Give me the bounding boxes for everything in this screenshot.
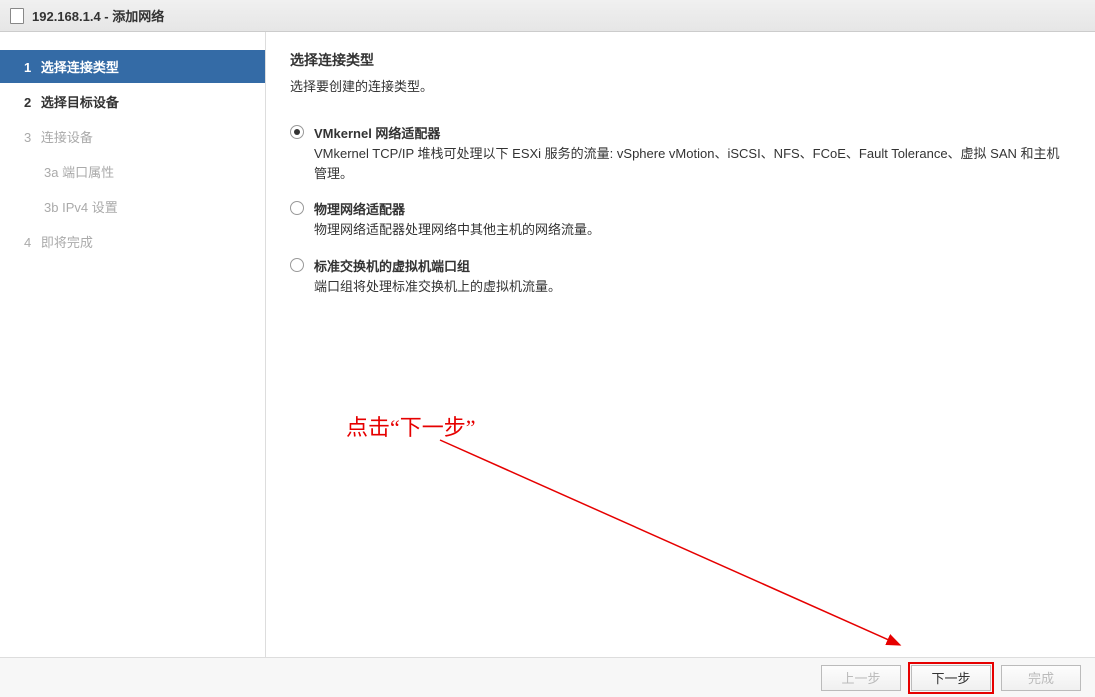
wizard-sidebar: 1 选择连接类型 2 选择目标设备 3 连接设备 3a 端口属性 3b IPv4… [0,32,265,657]
option-vmkernel[interactable]: VMkernel 网络适配器 VMkernel TCP/IP 堆栈可处理以下 E… [290,123,1071,183]
radio-physical[interactable] [290,201,304,215]
wizard-content: 选择连接类型 选择要创建的连接类型。 VMkernel 网络适配器 VMkern… [266,32,1095,657]
option-physical-desc: 物理网络适配器处理网络中其他主机的网络流量。 [314,220,1071,240]
option-standard-switch-title: 标准交换机的虚拟机端口组 [314,256,1071,275]
step-1-connection-type[interactable]: 1 选择连接类型 [0,50,265,83]
content-title: 选择连接类型 [290,50,1071,70]
step-4-complete: 4 即将完成 [0,225,265,258]
title-bar: 192.168.1.4 - 添加网络 [0,0,1095,32]
option-physical[interactable]: 物理网络适配器 物理网络适配器处理网络中其他主机的网络流量。 [290,199,1071,240]
finish-button: 完成 [1001,665,1081,691]
step-3b-ipv4-settings: 3b IPv4 设置 [0,190,265,223]
window-icon [10,8,24,24]
wizard-body: 1 选择连接类型 2 选择目标设备 3 连接设备 3a 端口属性 3b IPv4… [0,32,1095,657]
option-vmkernel-desc: VMkernel TCP/IP 堆栈可处理以下 ESXi 服务的流量: vSph… [314,144,1071,183]
step-3a-port-properties: 3a 端口属性 [0,155,265,188]
option-standard-switch[interactable]: 标准交换机的虚拟机端口组 端口组将处理标准交换机上的虚拟机流量。 [290,256,1071,297]
back-button: 上一步 [821,665,901,691]
step-3-connection-device: 3 连接设备 [0,120,265,153]
radio-standard-switch[interactable] [290,258,304,272]
option-standard-switch-desc: 端口组将处理标准交换机上的虚拟机流量。 [314,277,1071,297]
option-physical-title: 物理网络适配器 [314,199,1071,218]
window-title: 192.168.1.4 - 添加网络 [32,6,164,25]
wizard-footer: 上一步 下一步 完成 [0,657,1095,697]
radio-vmkernel[interactable] [290,125,304,139]
next-button[interactable]: 下一步 [911,665,991,691]
content-subtitle: 选择要创建的连接类型。 [290,76,1071,95]
step-2-target-device[interactable]: 2 选择目标设备 [0,85,265,118]
option-vmkernel-title: VMkernel 网络适配器 [314,123,1071,142]
